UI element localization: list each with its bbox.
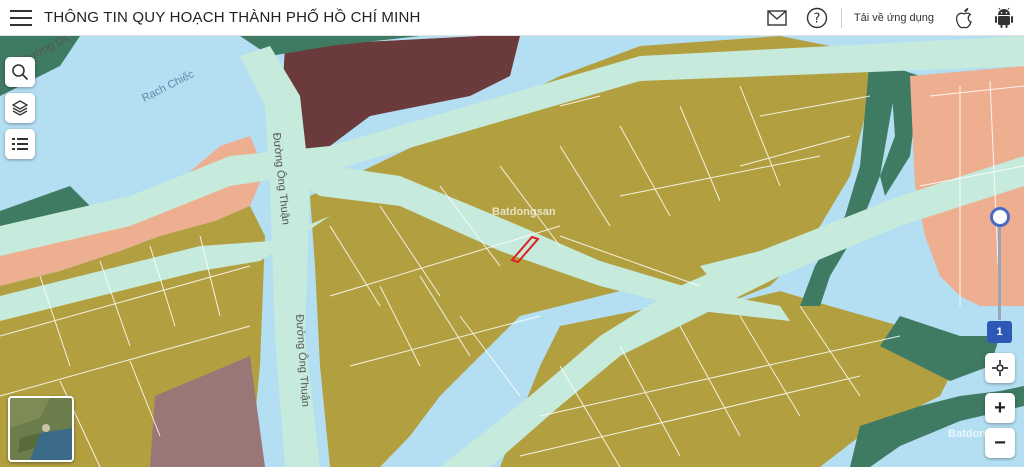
divider xyxy=(840,8,842,28)
watermark: Batdongsan xyxy=(492,206,556,218)
layers-icon xyxy=(11,100,29,116)
zoom-level-badge: 1 xyxy=(987,321,1012,343)
list-icon xyxy=(12,138,28,150)
zoom-slider-handle[interactable] xyxy=(990,207,1010,227)
apple-icon[interactable] xyxy=(951,5,977,31)
zoom-in-button[interactable]: + xyxy=(985,393,1015,423)
top-right-actions: ? Tải về ứng dụng xyxy=(757,0,1024,36)
download-app-label: Tải về ứng dụng xyxy=(853,12,934,24)
layers-button[interactable] xyxy=(5,93,35,123)
menu-icon[interactable] xyxy=(10,9,32,26)
search-button[interactable] xyxy=(5,57,35,87)
zoom-slider-track[interactable] xyxy=(998,216,1001,320)
zoom-out-button[interactable]: − xyxy=(985,428,1015,458)
search-icon xyxy=(12,64,29,81)
help-icon[interactable]: ? xyxy=(804,5,830,31)
svg-text:?: ? xyxy=(813,12,820,27)
satellite-thumbnail[interactable] xyxy=(8,396,74,462)
top-bar: THÔNG TIN QUY HOẠCH THÀNH PHỐ HỒ CHÍ MIN… xyxy=(0,0,1024,36)
locate-icon xyxy=(992,360,1008,376)
mail-icon[interactable] xyxy=(764,5,790,31)
list-button[interactable] xyxy=(5,129,35,159)
app-title: THÔNG TIN QUY HOẠCH THÀNH PHỐ HỒ CHÍ MIN… xyxy=(44,9,421,26)
android-icon[interactable] xyxy=(991,5,1017,31)
locate-button[interactable] xyxy=(985,353,1015,383)
planning-map[interactable]: Đường Ông Thuận Đường Ông Thuận Đường D1… xyxy=(0,32,1024,467)
